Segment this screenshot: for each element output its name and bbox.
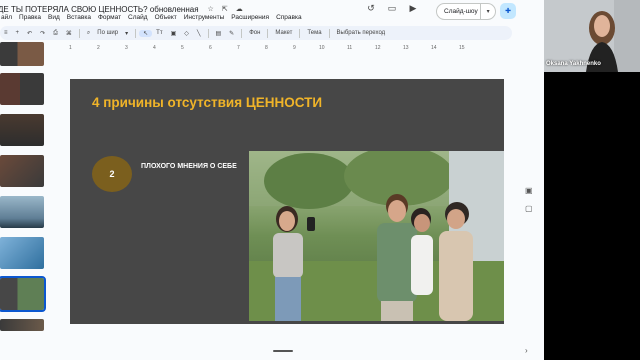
transition-button[interactable]: Выбрать переход bbox=[333, 30, 390, 36]
ruler-tick: 6 bbox=[209, 45, 212, 51]
cloud-icon[interactable]: ☁ bbox=[236, 5, 243, 13]
add-person-icon: ✚ bbox=[505, 8, 511, 15]
document-title[interactable]: ДЕ ТЫ ПОТЕРЯЛА СВОЮ ЦЕННОСТЬ? обновленна… bbox=[0, 5, 199, 14]
menu-slide[interactable]: Слайд bbox=[128, 14, 148, 25]
ruler-tick: 8 bbox=[265, 45, 268, 51]
ruler-tick: 14 bbox=[431, 45, 437, 51]
current-slide[interactable]: 4 причины отсутствия ЦЕННОСТИ 2 ПЛОХОГО … bbox=[70, 79, 504, 324]
pen-icon[interactable]: ✎ bbox=[225, 30, 238, 37]
ruler-tick: 1 bbox=[69, 45, 72, 51]
video-tile: Oksana Yakhnenko bbox=[544, 0, 640, 72]
menu-view[interactable]: Вид bbox=[48, 14, 60, 25]
slide-thumbnail[interactable] bbox=[0, 114, 44, 146]
point-number-badge[interactable]: 2 bbox=[92, 156, 132, 192]
layout-button[interactable]: Макет bbox=[271, 30, 296, 36]
meet-icon[interactable]: ▶ bbox=[408, 3, 418, 14]
slideshow-button[interactable]: Слайд-шоу ▾ bbox=[436, 3, 496, 20]
star-icon[interactable]: ☆ bbox=[208, 5, 214, 13]
ruler-tick: 9 bbox=[293, 45, 296, 51]
history-icon[interactable]: ↺ bbox=[366, 3, 376, 14]
ruler-tick: 7 bbox=[237, 45, 240, 51]
zoom-select[interactable]: По шир bbox=[94, 30, 121, 36]
slide-title[interactable]: 4 причины отсутствия ЦЕННОСТИ bbox=[92, 95, 322, 110]
background-button[interactable]: Фон bbox=[245, 30, 264, 36]
ruler: 1 2 3 4 5 6 7 8 9 10 11 12 13 14 15 bbox=[62, 44, 512, 53]
menu-object[interactable]: Объект bbox=[155, 14, 177, 25]
zoom-icon[interactable]: ⌕ bbox=[83, 30, 94, 37]
menu-help[interactable]: Справка bbox=[276, 14, 302, 25]
slideshow-label[interactable]: Слайд-шоу bbox=[437, 8, 480, 15]
menu-extensions[interactable]: Расширения bbox=[231, 14, 269, 25]
menu-format[interactable]: Формат bbox=[98, 14, 121, 25]
add-comment-icon[interactable]: ▤ bbox=[212, 30, 226, 37]
photo-illustration bbox=[249, 151, 504, 321]
menu-file[interactable]: айл bbox=[1, 14, 12, 25]
ruler-tick: 2 bbox=[97, 45, 100, 51]
paint-format-icon[interactable]: ⌘ bbox=[62, 30, 76, 37]
ruler-tick: 3 bbox=[125, 45, 128, 51]
slide-thumbnail[interactable] bbox=[0, 237, 44, 269]
participant-name: Oksana Yakhnenko bbox=[546, 61, 601, 67]
slide-thumbnail-selected[interactable] bbox=[0, 276, 46, 312]
menu-bar: айл Правка Вид Вставка Формат Слайд Объе… bbox=[0, 14, 302, 25]
toolbar: ≡ + ↶ ↷ ⎙ ⌘ ⌕ По шир ▾ ↖ Tт ▣ ◇ ╲ ▤ ✎ Фо… bbox=[0, 26, 512, 40]
shape-icon[interactable]: ◇ bbox=[180, 30, 193, 37]
zoom-chevron-icon[interactable]: ▾ bbox=[121, 30, 132, 37]
slide-thumbnail[interactable] bbox=[0, 42, 44, 66]
image-icon[interactable]: ▣ bbox=[167, 30, 181, 37]
print-icon[interactable]: ⎙ bbox=[49, 30, 62, 37]
expand-icon[interactable]: › bbox=[525, 346, 528, 355]
ruler-tick: 11 bbox=[347, 45, 353, 51]
select-cursor-icon[interactable]: ↖ bbox=[139, 29, 153, 37]
line-icon[interactable]: ╲ bbox=[193, 30, 205, 37]
ruler-tick: 5 bbox=[181, 45, 184, 51]
new-slide-icon[interactable]: + bbox=[12, 30, 24, 36]
side-panel: ▣ ▢ › bbox=[517, 0, 544, 360]
undo-icon[interactable]: ↶ bbox=[23, 30, 36, 37]
menu-edit[interactable]: Правка bbox=[19, 14, 41, 25]
slide-thumbnail[interactable] bbox=[0, 196, 44, 228]
folder-icon[interactable]: ▢ bbox=[525, 204, 533, 213]
keep-icon[interactable]: ▣ bbox=[525, 186, 533, 195]
text-box-icon[interactable]: Tт bbox=[152, 30, 166, 36]
slide-thumbnail[interactable] bbox=[0, 155, 44, 187]
menu-tools[interactable]: Инструменты bbox=[184, 14, 225, 25]
ruler-tick: 4 bbox=[153, 45, 156, 51]
theme-button[interactable]: Тема bbox=[303, 30, 325, 36]
share-button[interactable]: ✚ bbox=[500, 3, 516, 19]
menu-icon[interactable]: ≡ bbox=[0, 30, 12, 36]
ruler-tick: 13 bbox=[403, 45, 409, 51]
comment-icon[interactable]: ▭ bbox=[387, 3, 397, 14]
ruler-tick: 10 bbox=[319, 45, 325, 51]
ruler-tick: 15 bbox=[459, 45, 465, 51]
slide-photo[interactable] bbox=[249, 151, 504, 321]
redo-icon[interactable]: ↷ bbox=[36, 30, 49, 37]
horizontal-scrollbar[interactable] bbox=[273, 350, 293, 352]
point-number: 2 bbox=[109, 169, 115, 179]
slides-app: ДЕ ТЫ ПОТЕРЯЛА СВОЮ ЦЕННОСТЬ? обновленна… bbox=[0, 0, 544, 360]
slide-filmstrip bbox=[0, 42, 48, 360]
menu-insert[interactable]: Вставка bbox=[67, 14, 91, 25]
chevron-down-icon[interactable]: ▾ bbox=[480, 4, 495, 19]
move-icon[interactable]: ⇱ bbox=[222, 5, 228, 13]
ruler-tick: 12 bbox=[375, 45, 381, 51]
slide-thumbnail[interactable] bbox=[0, 319, 44, 331]
slide-thumbnail[interactable] bbox=[0, 73, 44, 105]
point-text[interactable]: ПЛОХОГО МНЕНИЯ О СЕБЕ bbox=[141, 163, 237, 170]
